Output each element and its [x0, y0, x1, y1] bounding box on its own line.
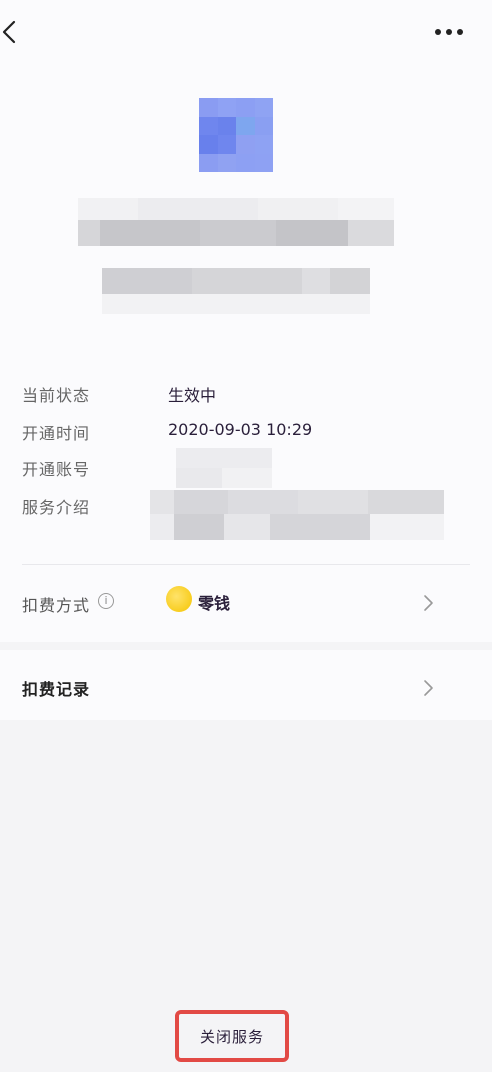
deduction-records-row[interactable]: 扣费记录: [0, 650, 492, 720]
payment-method-label: 扣费方式: [22, 596, 91, 615]
deduction-records-label: 扣费记录: [22, 680, 91, 699]
account-label: 开通账号: [22, 460, 91, 479]
service-logo: [199, 98, 273, 172]
payment-method-value: 零钱: [198, 594, 231, 613]
blurred-intro-value: [150, 490, 444, 540]
service-info-card: 当前状态 生效中 开通时间 2020-09-03 10:29 开通账号 服务介绍: [0, 0, 492, 642]
open-time-value: 2020-09-03 10:29: [168, 420, 313, 439]
blurred-service-subtitle: [102, 268, 370, 314]
close-service-button[interactable]: 关闭服务: [175, 1010, 289, 1062]
chevron-right-icon: [424, 680, 433, 696]
service-detail-page: 当前状态 生效中 开通时间 2020-09-03 10:29 开通账号 服务介绍: [0, 0, 492, 1072]
status-row: 当前状态 生效中: [22, 382, 472, 410]
back-arrow-icon[interactable]: [0, 18, 24, 46]
open-time-label: 开通时间: [22, 424, 91, 443]
chevron-right-icon: [424, 595, 433, 611]
open-time-row: 开通时间 2020-09-03 10:29: [22, 420, 472, 448]
info-icon[interactable]: i: [98, 593, 114, 609]
payment-method-row[interactable]: 扣费方式 i: [0, 572, 492, 634]
status-label: 当前状态: [22, 386, 91, 405]
nav-bar: [0, 0, 492, 70]
more-options-icon[interactable]: [430, 24, 470, 40]
divider: [22, 564, 470, 565]
coin-icon: [166, 586, 192, 612]
blurred-service-name: [78, 198, 394, 246]
intro-label: 服务介绍: [22, 498, 91, 517]
status-value: 生效中: [168, 386, 217, 405]
blurred-account-value: [176, 448, 272, 488]
